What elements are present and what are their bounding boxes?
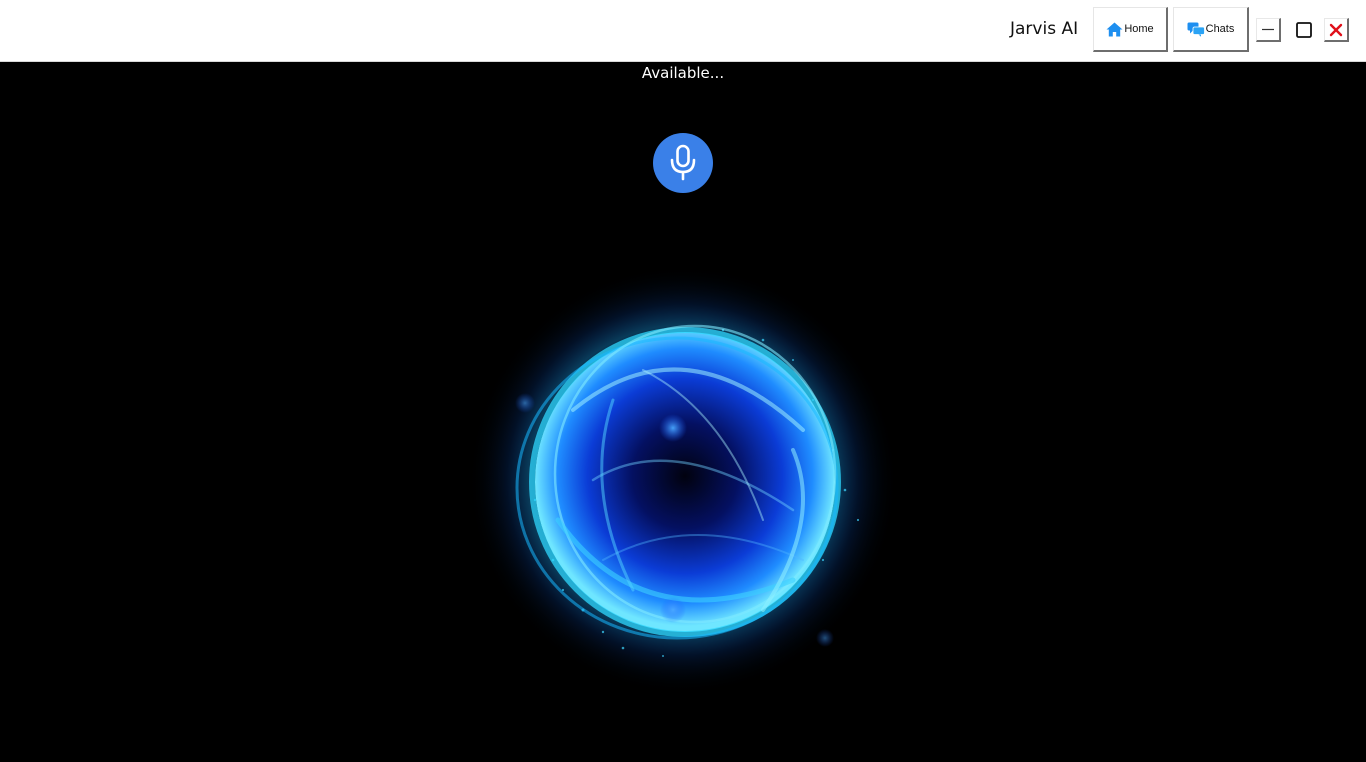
minimize-button[interactable] [1256, 18, 1281, 42]
close-button[interactable] [1324, 18, 1349, 42]
energy-orb [468, 265, 898, 695]
maximize-button[interactable] [1291, 18, 1316, 42]
home-button[interactable]: Home [1093, 7, 1168, 52]
status-text: Available... [641, 64, 725, 82]
microphone-button[interactable] [653, 133, 713, 193]
title-bar: Jarvis AI Home Chats [0, 0, 1366, 62]
home-label: Home [1124, 23, 1154, 35]
minimize-icon [1262, 28, 1274, 30]
chats-label: Chats [1205, 23, 1235, 35]
app-title: Jarvis AI [1010, 19, 1079, 39]
microphone-icon [670, 144, 696, 181]
home-icon [1106, 22, 1123, 37]
maximize-icon [1295, 22, 1312, 38]
chat-icon [1187, 22, 1205, 37]
chats-button[interactable]: Chats [1173, 7, 1249, 52]
assistant-main-area: Available... [0, 62, 1366, 762]
close-icon [1329, 23, 1343, 36]
